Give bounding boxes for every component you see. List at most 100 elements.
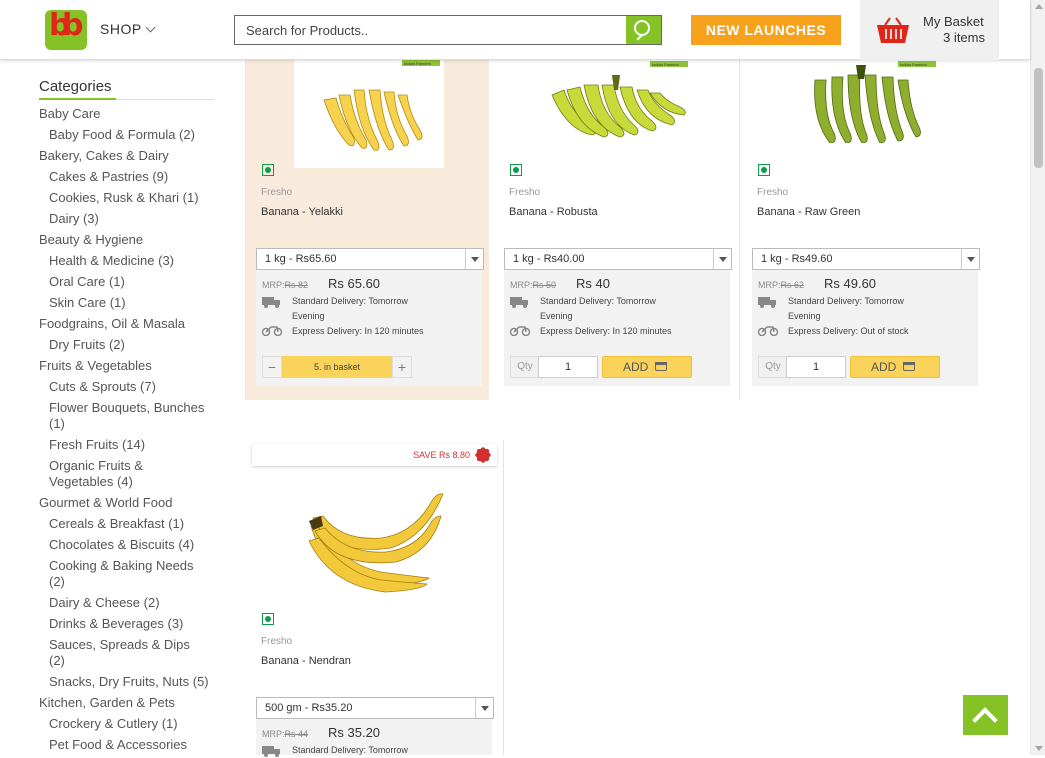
standard-delivery: Standard Delivery: Tomorrow Evening — [292, 296, 408, 321]
subcategory-link[interactable]: Crockery & Cutlery (1) — [39, 716, 209, 732]
increase-quantity-button[interactable]: + — [392, 356, 412, 378]
qty-label: Qty — [510, 356, 540, 378]
add-button-label: ADD — [871, 360, 897, 374]
subcategory-link[interactable]: Cuts & Sprouts (7) — [39, 379, 209, 395]
product-name[interactable]: Banana - Robusta — [509, 206, 598, 218]
subcategory-link[interactable]: Dairy & Cheese (2) — [39, 595, 209, 611]
subcategory-link[interactable]: Dairy (3) — [39, 211, 209, 227]
subcategory-link[interactable]: Organic Fruits & Vegetables (4) — [39, 458, 209, 490]
bike-icon — [262, 326, 282, 336]
subcategory-link[interactable]: Dry Fruits (2) — [39, 337, 209, 353]
shop-menu[interactable]: SHOP — [100, 21, 156, 37]
pack-size-select[interactable]: 1 kg - Rs40.00 — [504, 248, 732, 270]
subcategory-link[interactable]: Oral Care (1) — [39, 274, 209, 290]
truck-icon — [262, 297, 280, 308]
sale-price: Rs 49.60 — [824, 276, 877, 291]
product-name[interactable]: Banana - Yelakki — [261, 206, 343, 218]
sale-price: Rs 40 — [576, 276, 610, 291]
chevron-down-icon — [475, 698, 493, 718]
mrp-prefix: MRP: — [262, 729, 285, 739]
pack-size-value: 1 kg - Rs49.60 — [761, 253, 833, 265]
page-scrollbar[interactable] — [1030, 0, 1045, 755]
product-price-panel: MRP:Rs 62 Rs 49.60 Standard Delivery: To… — [752, 270, 978, 386]
truck-icon — [262, 746, 280, 757]
category-link[interactable]: Kitchen, Garden & Pets — [39, 695, 219, 711]
scroll-up-arrow-icon[interactable] — [1035, 4, 1043, 9]
subcategory-link[interactable]: Cereals & Breakfast (1) — [39, 516, 209, 532]
subcategory-link[interactable]: Chocolates & Biscuits (4) — [39, 537, 209, 553]
scroll-down-arrow-icon[interactable] — [1035, 746, 1043, 751]
subcategory-link[interactable]: Drinks & Beverages (3) — [39, 616, 209, 632]
sale-price: Rs 65.60 — [328, 276, 381, 291]
decrease-quantity-button[interactable]: − — [262, 356, 282, 378]
search-button[interactable] — [626, 16, 661, 44]
subcategory-link[interactable]: Health & Medicine (3) — [39, 253, 209, 269]
standard-delivery: Standard Delivery: Tomorrow Evening — [540, 296, 656, 321]
pack-size-select[interactable]: 1 kg - Rs65.60 — [256, 248, 484, 270]
search-bar — [234, 15, 662, 45]
standard-delivery: Standard Delivery: Tomorrow Evening — [788, 296, 904, 321]
add-to-basket-button[interactable]: ADD — [602, 356, 692, 378]
product-card: Fresho Banana - Nendran 500 gm - Rs35.20… — [246, 440, 494, 757]
chevron-down-icon — [961, 249, 979, 269]
pack-size-select[interactable]: 500 gm - Rs35.20 — [256, 697, 494, 719]
truck-icon — [510, 297, 528, 308]
product-price-panel: MRP:Rs 44 Rs 35.20 Standard Delivery: To… — [256, 719, 492, 757]
basket-item-count: 3 items — [943, 30, 985, 45]
express-delivery: Express Delivery: In 120 minutes — [292, 326, 424, 336]
image-label: Indian Farmers — [652, 62, 679, 67]
image-label: Indian Farmers — [900, 62, 927, 67]
product-price-panel: MRP:Rs 82 Rs 65.60 Standard Delivery: To… — [256, 270, 482, 386]
quantity-input[interactable]: 1 — [786, 356, 846, 378]
subcategory-link[interactable]: Cooking & Baking Needs (2) — [39, 558, 209, 590]
bike-icon — [510, 326, 530, 336]
category-link[interactable]: Baby Care — [39, 106, 219, 122]
pack-size-value: 1 kg - Rs65.60 — [265, 253, 337, 265]
category-link[interactable]: Foodgrains, Oil & Masala — [39, 316, 219, 332]
banana-yelakki-image[interactable]: Indian Farmers — [294, 60, 444, 168]
express-delivery: Express Delivery: Out of stock — [788, 326, 909, 336]
scrollbar-thumb[interactable] — [1034, 68, 1043, 168]
pack-size-select[interactable]: 1 kg - Rs49.60 — [752, 248, 980, 270]
product-brand: Fresho — [261, 187, 293, 198]
subcategory-link[interactable]: Sauces, Spreads & Dips (2) — [39, 637, 209, 669]
subcategory-link[interactable]: Snacks, Dry Fruits, Nuts (5) — [39, 674, 209, 690]
new-launches-button[interactable]: NEW LAUNCHES — [691, 15, 841, 45]
express-delivery: Express Delivery: In 120 minutes — [540, 326, 672, 336]
chevron-down-icon — [465, 249, 483, 269]
quantity-input[interactable]: 1 — [538, 356, 598, 378]
category-link[interactable]: Bakery, Cakes & Dairy — [39, 148, 219, 164]
basket-icon — [877, 17, 909, 43]
category-link[interactable]: Gourmet & World Food — [39, 495, 219, 511]
category-link[interactable]: Beauty & Hygiene — [39, 232, 219, 248]
subcategory-link[interactable]: Baby Food & Formula (2) — [39, 127, 209, 143]
product-name[interactable]: Banana - Raw Green — [757, 206, 860, 218]
bigbasket-logo[interactable]: b b — [45, 8, 87, 50]
sale-price: Rs 35.20 — [328, 725, 381, 740]
subcategory-link[interactable]: Cakes & Pastries (9) — [39, 169, 209, 185]
add-to-basket-button[interactable]: ADD — [850, 356, 940, 378]
image-label: Indian Farmers — [404, 61, 431, 66]
subcategory-link[interactable]: Pet Food & Accessories — [39, 737, 209, 753]
in-basket-count: 5. in basket — [282, 356, 392, 378]
category-link[interactable]: Fruits & Vegetables — [39, 358, 219, 374]
search-input[interactable] — [235, 16, 627, 44]
chevron-down-icon — [713, 249, 731, 269]
grid-divider — [503, 440, 504, 755]
basket-icon — [655, 362, 667, 371]
mrp-value: Rs 62 — [780, 280, 805, 290]
subcategory-link[interactable]: Cookies, Rusk & Khari (1) — [39, 190, 209, 206]
my-basket-button[interactable]: My Basket 3 items — [860, 0, 999, 60]
back-to-top-button[interactable] — [963, 695, 1008, 735]
product-brand: Fresho — [509, 187, 541, 198]
product-name[interactable]: Banana - Nendran — [261, 655, 351, 667]
subcategory-link[interactable]: Fresh Fruits (14) — [39, 437, 209, 453]
product-card: Indian Farmers Fresho Banana - Robusta 1… — [494, 0, 742, 400]
subcategory-link[interactable]: Flower Bouquets, Bunches (1) — [39, 400, 209, 432]
add-button-label: ADD — [623, 360, 649, 374]
qty-label: Qty — [758, 356, 788, 378]
subcategory-link[interactable]: Skin Care (1) — [39, 295, 209, 311]
banana-nendran-image[interactable] — [301, 485, 451, 595]
basket-title: My Basket — [923, 14, 984, 29]
logo-letter: b — [62, 8, 84, 43]
